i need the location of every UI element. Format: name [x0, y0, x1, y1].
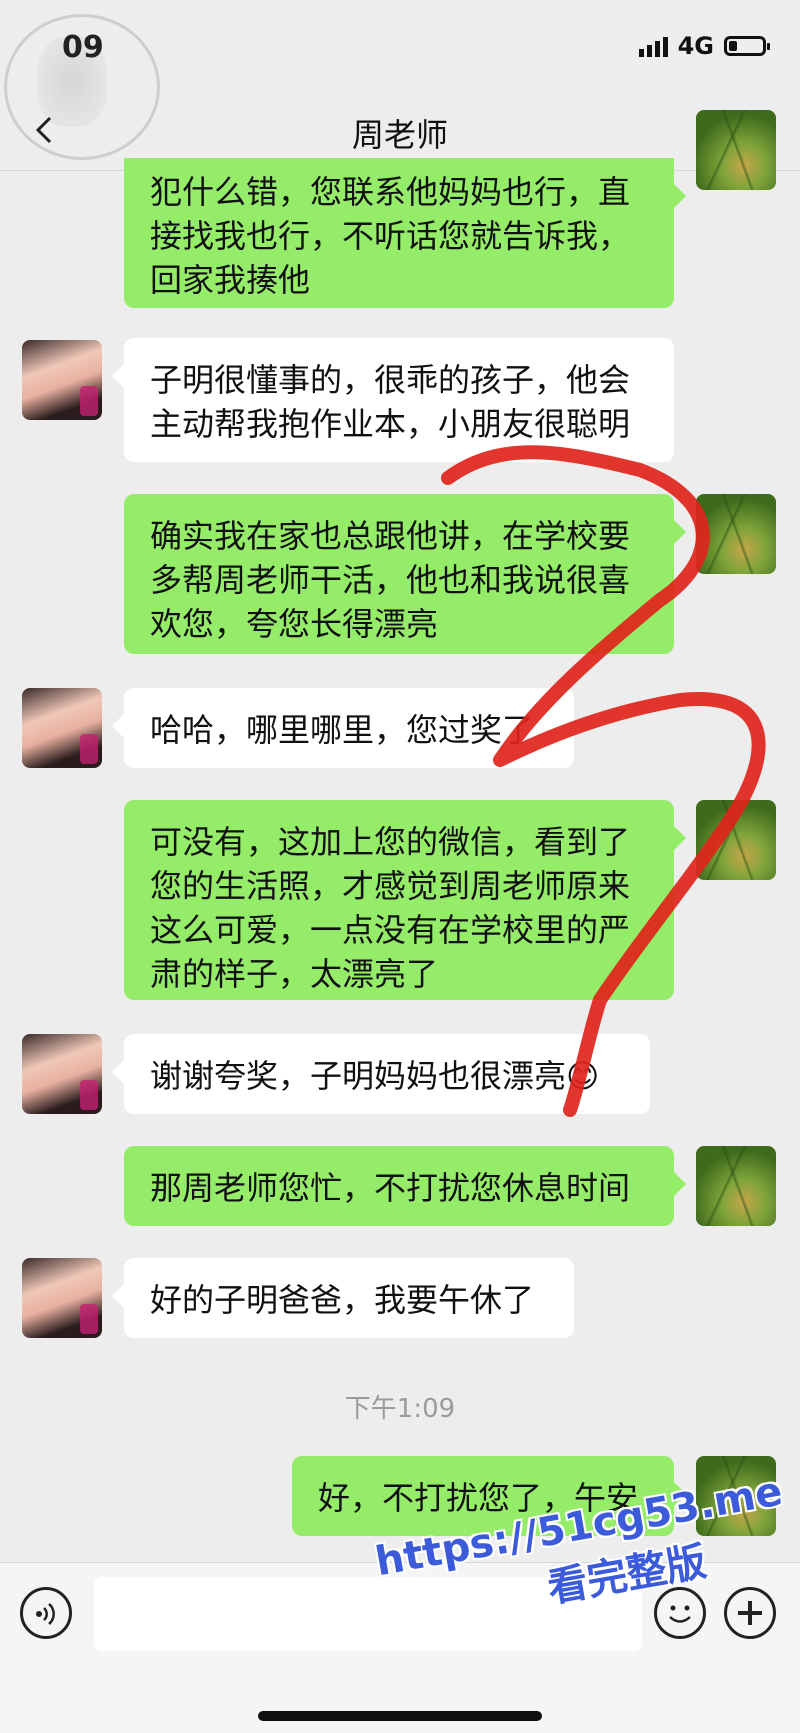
- parent-avatar[interactable]: [696, 110, 776, 190]
- chat-title: 周老师: [351, 116, 448, 154]
- parent-avatar[interactable]: [696, 494, 776, 574]
- message-text: 谢谢夸奖，子明妈妈也很漂亮😊: [150, 1057, 600, 1095]
- status-time: 09: [62, 30, 104, 65]
- parent-avatar[interactable]: [696, 1146, 776, 1226]
- voice-icon: [36, 1603, 55, 1625]
- teacher-avatar[interactable]: [22, 1258, 102, 1338]
- message-text: 确实我在家也总跟他讲，在学校要多帮周老师干活，他也和我说很喜欢您，夸您长得漂亮: [150, 517, 631, 643]
- teacher-avatar[interactable]: [22, 340, 102, 420]
- message-bubble[interactable]: 子明很懂事的，很乖的孩子，他会主动帮我抱作业本，小朋友很聪明: [112, 338, 674, 462]
- message-bubble[interactable]: 可没有，这加上您的微信，看到了您的生活照，才感觉到周老师原来这么可爱，一点没有在…: [124, 800, 686, 1000]
- message-bubble[interactable]: 好的子明爸爸，我要午休了: [112, 1258, 574, 1338]
- plus-button[interactable]: [724, 1587, 776, 1639]
- message-text: 犯什么错，您联系他妈妈也行，直接找我也行，不听话您就告诉我，回家我揍他: [150, 173, 631, 299]
- message-bubble[interactable]: 哈哈，哪里哪里，您过奖了: [112, 688, 574, 768]
- status-indicators: 4G: [638, 32, 770, 60]
- message-bubble[interactable]: 犯什么错，您联系他妈妈也行，直接找我也行，不听话您就告诉我，回家我揍他: [124, 158, 686, 308]
- battery-icon: [724, 36, 770, 56]
- parent-avatar[interactable]: [696, 800, 776, 880]
- message-text: 好的子明爸爸，我要午休了: [150, 1281, 535, 1319]
- status-bar: 09 4G: [0, 0, 800, 160]
- message-bubble[interactable]: 确实我在家也总跟他讲，在学校要多帮周老师干活，他也和我说很喜欢您，夸您长得漂亮: [124, 494, 686, 654]
- signal-icon: [638, 35, 668, 57]
- message-bubble[interactable]: 谢谢夸奖，子明妈妈也很漂亮😊: [112, 1034, 650, 1114]
- smiley-icon: [669, 1605, 691, 1623]
- home-indicator: [258, 1711, 542, 1721]
- message-text: 那周老师您忙，不打扰您休息时间: [150, 1169, 631, 1207]
- voice-input-button[interactable]: [20, 1587, 72, 1639]
- message-text: 哈哈，哪里哪里，您过奖了: [150, 711, 535, 749]
- message-text: 可没有，这加上您的微信，看到了您的生活照，才感觉到周老师原来这么可爱，一点没有在…: [150, 823, 631, 993]
- network-label: 4G: [677, 32, 714, 60]
- teacher-avatar[interactable]: [22, 688, 102, 768]
- emoji-button[interactable]: [654, 1587, 706, 1639]
- message-text: 子明很懂事的，很乖的孩子，他会主动帮我抱作业本，小朋友很聪明: [150, 361, 631, 443]
- message-bubble[interactable]: 那周老师您忙，不打扰您休息时间: [124, 1146, 686, 1226]
- teacher-avatar[interactable]: [22, 1034, 102, 1114]
- message-timestamp: 下午1:09: [344, 1394, 456, 1424]
